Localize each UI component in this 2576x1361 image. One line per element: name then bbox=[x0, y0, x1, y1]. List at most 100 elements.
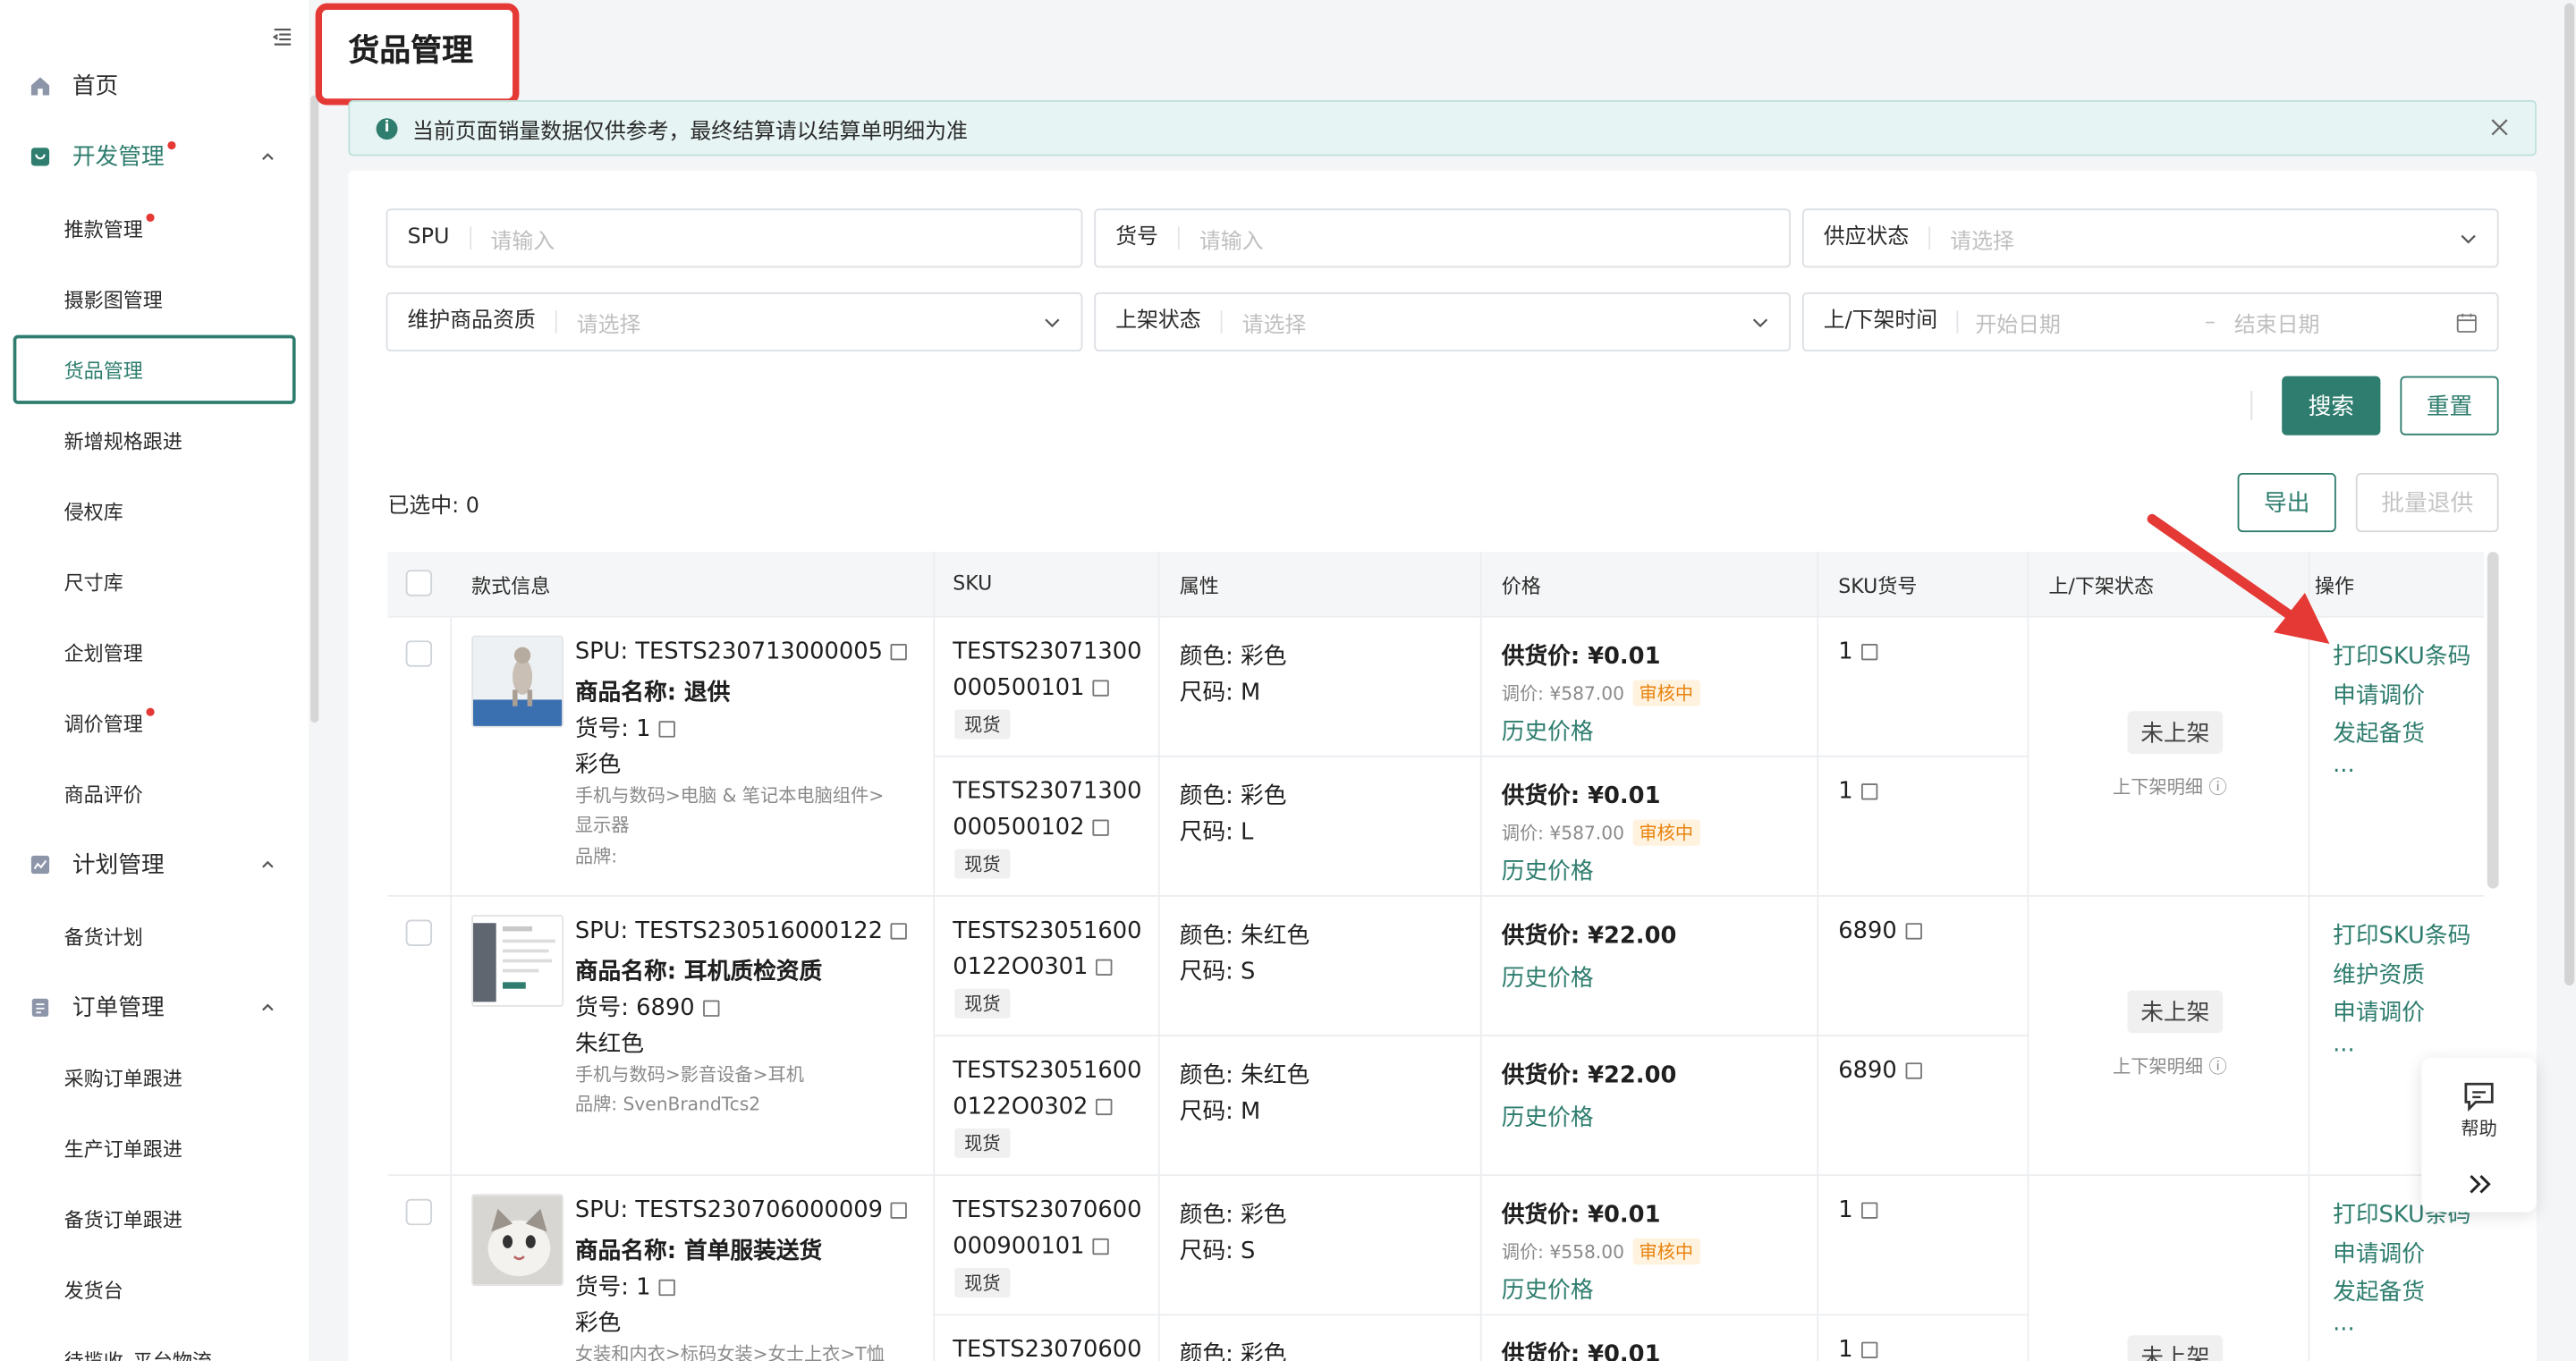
apply-price-adjust-link[interactable]: 申请调价 bbox=[2333, 679, 2425, 712]
stock-tag: 现货 bbox=[954, 849, 1011, 879]
column-header-style: 款式信息 bbox=[471, 574, 551, 598]
sidebar-item-reviews[interactable]: 商品评价 bbox=[0, 764, 309, 823]
history-price-link[interactable]: 历史价格 bbox=[1502, 960, 1594, 993]
history-price-link[interactable]: 历史价格 bbox=[1502, 854, 1594, 887]
sidebar-item-plan-management[interactable]: 计划管理 bbox=[0, 834, 309, 893]
sidebar-item-dev-management[interactable]: 开发管理 bbox=[0, 126, 309, 185]
copy-icon[interactable] bbox=[1860, 643, 1878, 661]
shelf-status-select[interactable]: 上架状态 请选择 bbox=[1094, 292, 1792, 352]
sidebar-item-stock-orders[interactable]: 备货订单跟进 bbox=[0, 1189, 309, 1248]
shelf-detail-link[interactable]: 上下架明细 ⓘ bbox=[2113, 1052, 2227, 1078]
sidebar-item-price-adjust[interactable]: 调价管理 bbox=[0, 693, 309, 752]
apply-price-adjust-link[interactable]: 申请调价 bbox=[2333, 1237, 2425, 1270]
copy-icon[interactable] bbox=[1860, 1202, 1878, 1219]
row-checkbox[interactable] bbox=[405, 640, 433, 667]
print-sku-barcode-link[interactable]: 打印SKU条码 bbox=[2333, 638, 2470, 672]
doc-icon bbox=[31, 997, 49, 1016]
select-all-checkbox[interactable] bbox=[405, 570, 433, 596]
copy-icon[interactable] bbox=[891, 923, 908, 940]
menu-collapse-icon[interactable] bbox=[269, 23, 295, 49]
sidebar-item-label: 待揽收_平台物流 bbox=[64, 1348, 212, 1361]
more-actions-link[interactable]: ... bbox=[2333, 752, 2355, 778]
copy-icon[interactable] bbox=[1096, 959, 1113, 976]
copy-icon[interactable] bbox=[702, 1000, 720, 1017]
column-divider bbox=[933, 552, 936, 1361]
initiate-stock-link[interactable]: 发起备货 bbox=[2333, 716, 2425, 749]
sidebar-item-production-orders[interactable]: 生产订单跟进 bbox=[0, 1119, 309, 1178]
product-thumbnail[interactable] bbox=[471, 1194, 564, 1287]
spu-text: SPU: TESTS230713000005 bbox=[574, 638, 883, 665]
product-thumbnail[interactable] bbox=[471, 915, 564, 1007]
maintain-qualification-link[interactable]: 维护资质 bbox=[2333, 958, 2425, 991]
history-price-link[interactable]: 历史价格 bbox=[1502, 1101, 1594, 1134]
sku-code: TESTS23070600 bbox=[953, 1196, 1142, 1224]
sidebar-item-goods-management[interactable]: 货品管理 bbox=[13, 334, 296, 404]
more-actions-link[interactable]: ... bbox=[2333, 1031, 2355, 1057]
copy-icon[interactable] bbox=[1092, 1238, 1110, 1255]
sidebar-item-home[interactable]: 首页 bbox=[0, 55, 309, 114]
copy-icon[interactable] bbox=[1092, 819, 1110, 836]
help-widget[interactable]: 帮助 bbox=[2421, 1057, 2537, 1213]
sidebar-item-purchase-orders[interactable]: 采购订单跟进 bbox=[0, 1048, 309, 1107]
table-scrollbar[interactable] bbox=[2487, 552, 2499, 889]
double-chevron-right-icon[interactable] bbox=[2466, 1172, 2492, 1196]
item-number: 货号: 1 bbox=[575, 711, 676, 744]
sidebar-item-infringement[interactable]: 侵权库 bbox=[0, 481, 309, 540]
copy-icon[interactable] bbox=[891, 1202, 908, 1219]
apply-price-adjust-link[interactable]: 申请调价 bbox=[2333, 995, 2425, 1028]
copy-icon[interactable] bbox=[658, 1279, 676, 1297]
qualification-select[interactable]: 维护商品资质 请选择 bbox=[386, 292, 1083, 352]
sidebar-item-label: 开发管理 bbox=[72, 144, 165, 172]
sku-code: TESTS23051600 bbox=[953, 917, 1142, 945]
batch-return-button[interactable]: 批量退供 bbox=[2355, 472, 2499, 533]
sku-number: 1 bbox=[1838, 1197, 1878, 1223]
item-no-field[interactable]: 货号 请输入 bbox=[1094, 208, 1792, 268]
sidebar-item-stock-plan[interactable]: 备货计划 bbox=[0, 907, 309, 966]
sidebar-item-new-spec[interactable]: 新增规格跟进 bbox=[0, 410, 309, 469]
spu-code: SPU: TESTS230706000009 bbox=[575, 1197, 908, 1223]
column-header-price: 价格 bbox=[1501, 574, 1541, 598]
copy-icon[interactable] bbox=[1092, 680, 1110, 697]
sidebar-item-size-library[interactable]: 尺寸库 bbox=[0, 552, 309, 611]
sku-code-text: 000900101 bbox=[953, 1233, 1085, 1260]
close-icon[interactable] bbox=[2490, 118, 2508, 136]
sidebar-scrollbar[interactable] bbox=[310, 95, 319, 723]
spu-input[interactable]: 请输入 bbox=[470, 223, 555, 254]
qualification-placeholder: 请选择 bbox=[576, 312, 641, 338]
end-date-input[interactable]: 结束日期 bbox=[2234, 307, 2320, 338]
copy-icon[interactable] bbox=[891, 643, 908, 661]
initiate-stock-link[interactable]: 发起备货 bbox=[2333, 1274, 2425, 1307]
copy-icon[interactable] bbox=[1096, 1098, 1113, 1116]
reset-button[interactable]: 重置 bbox=[2400, 376, 2499, 435]
divider bbox=[2250, 391, 2253, 421]
sidebar-item-photo-management[interactable]: 摄影图管理 bbox=[0, 269, 309, 328]
item-no-input[interactable]: 请输入 bbox=[1180, 223, 1264, 254]
shelf-detail-link[interactable]: 上下架明细 ⓘ bbox=[2113, 773, 2227, 799]
print-sku-barcode-link[interactable]: 打印SKU条码 bbox=[2333, 918, 2470, 951]
sidebar-item-push-management[interactable]: 推款管理 bbox=[0, 199, 309, 258]
start-date-input[interactable]: 开始日期 bbox=[1959, 307, 2061, 338]
row-checkbox[interactable] bbox=[405, 1198, 433, 1226]
chevron-down-icon bbox=[2461, 234, 2476, 244]
copy-icon[interactable] bbox=[1904, 923, 1922, 940]
column-divider bbox=[2308, 552, 2310, 1361]
sidebar-item-planning[interactable]: 企划管理 bbox=[0, 622, 309, 681]
copy-icon[interactable] bbox=[658, 721, 676, 738]
sidebar-item-order-management[interactable]: 订单管理 bbox=[0, 977, 309, 1036]
help-label: 帮助 bbox=[2461, 1118, 2497, 1140]
more-actions-link[interactable]: ... bbox=[2333, 1311, 2355, 1337]
history-price-link[interactable]: 历史价格 bbox=[1502, 714, 1594, 748]
history-price-link[interactable]: 历史价格 bbox=[1502, 1272, 1594, 1306]
search-button[interactable]: 搜索 bbox=[2282, 376, 2381, 435]
row-checkbox[interactable] bbox=[405, 919, 433, 946]
sidebar-item-shipping-desk[interactable]: 发货台 bbox=[0, 1260, 309, 1319]
sidebar-item-pickup[interactable]: 待揽收_平台物流 bbox=[0, 1331, 309, 1361]
copy-icon[interactable] bbox=[1860, 783, 1878, 800]
shelf-time-range[interactable]: 上/下架时间 开始日期 – 结束日期 bbox=[1801, 292, 2499, 352]
product-thumbnail[interactable] bbox=[471, 635, 564, 728]
copy-icon[interactable] bbox=[1860, 1341, 1878, 1358]
page-scrollbar[interactable] bbox=[2564, 3, 2575, 986]
copy-icon[interactable] bbox=[1904, 1062, 1922, 1079]
supply-status-select[interactable]: 供应状态 请选择 bbox=[1801, 208, 2499, 268]
spu-field[interactable]: SPU 请输入 bbox=[386, 208, 1083, 268]
